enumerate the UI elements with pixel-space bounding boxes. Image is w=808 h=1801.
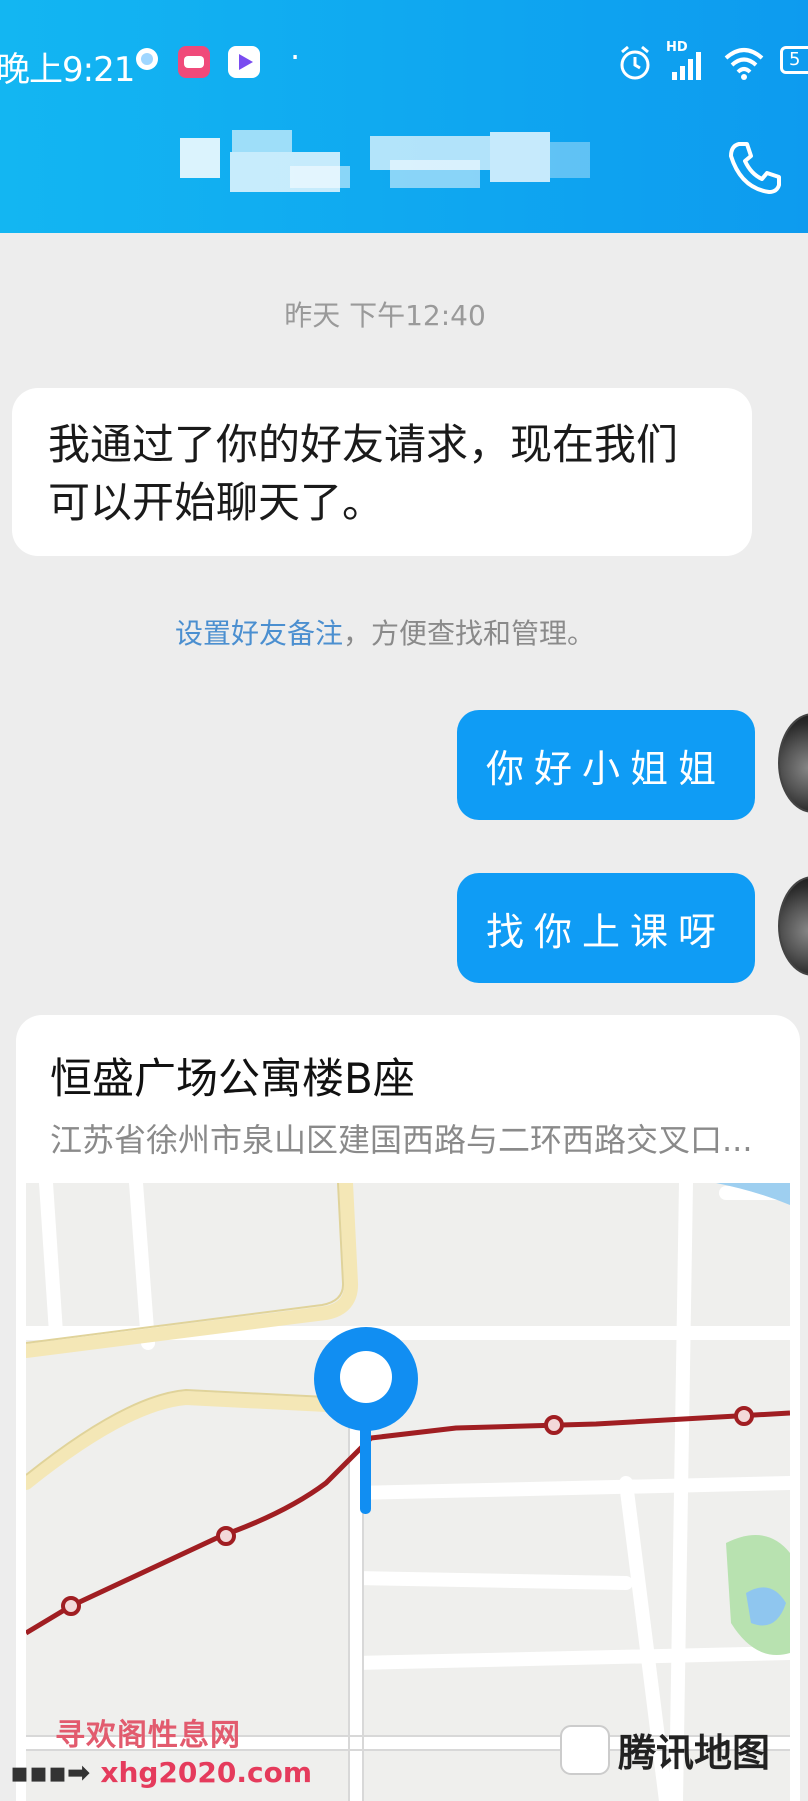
location-title: 恒盛广场公寓楼B座 [50,1054,415,1103]
avatar[interactable] [778,876,808,976]
wifi-icon [724,48,764,80]
message-timestamp: 昨天 下午12:40 [284,299,486,332]
tencent-map-icon [560,1724,610,1775]
outgoing-message-text: 找你上课呀 [485,909,726,954]
location-map[interactable] [26,1183,790,1801]
map-provider-name: 腾讯地图 [618,1731,771,1775]
system-note: 设置好友备注，方便查找和管理。 [0,612,770,652]
battery-icon: 5 [780,46,808,74]
video-app-icon [228,46,260,78]
app-notification-icon [136,48,158,70]
chat-header: 晚上9:21 · HD 5 [0,0,808,233]
status-time: 晚上9:21 [0,50,135,90]
alarm-icon [620,45,650,80]
outgoing-message-bubble[interactable]: 找你上课呀 [457,873,755,983]
incoming-message-text: 我通过了你的好友请求，现在我们可以开始聊天了。 [48,420,679,527]
contact-name-redacted [180,130,600,192]
outgoing-message-text: 你好小姐姐 [485,746,726,791]
watermark-url-text: xhg2020.com [100,1756,313,1789]
voice-call-icon[interactable] [725,138,785,198]
watermark-title: 寻欢阁性息网 [55,1718,241,1753]
incoming-message-bubble[interactable]: 我通过了你的好友请求，现在我们可以开始聊天了。 [12,388,752,556]
set-remark-link[interactable]: 设置好友备注 [175,617,343,650]
game-app-icon [178,46,210,78]
outgoing-message-bubble[interactable]: 你好小姐姐 [457,710,755,820]
avatar[interactable] [778,713,808,813]
system-note-text: ，方便查找和管理。 [343,617,596,650]
cell-signal-icon [672,52,701,80]
arrow-icon: ▪▪▪➡ [10,1756,91,1789]
map-provider-logo: 腾讯地图 [560,1722,770,1777]
location-card[interactable]: 恒盛广场公寓楼B座 江苏省徐州市泉山区建国西路与二环西路交叉口... [16,1015,800,1801]
status-bar: 晚上9:21 · HD 5 [0,38,808,90]
battery-level: 5 [789,49,801,70]
more-notifications-dot: · [290,38,301,76]
watermark-url: ▪▪▪➡ xhg2020.com [10,1756,312,1789]
location-address: 江苏省徐州市泉山区建国西路与二环西路交叉口... [50,1121,753,1159]
